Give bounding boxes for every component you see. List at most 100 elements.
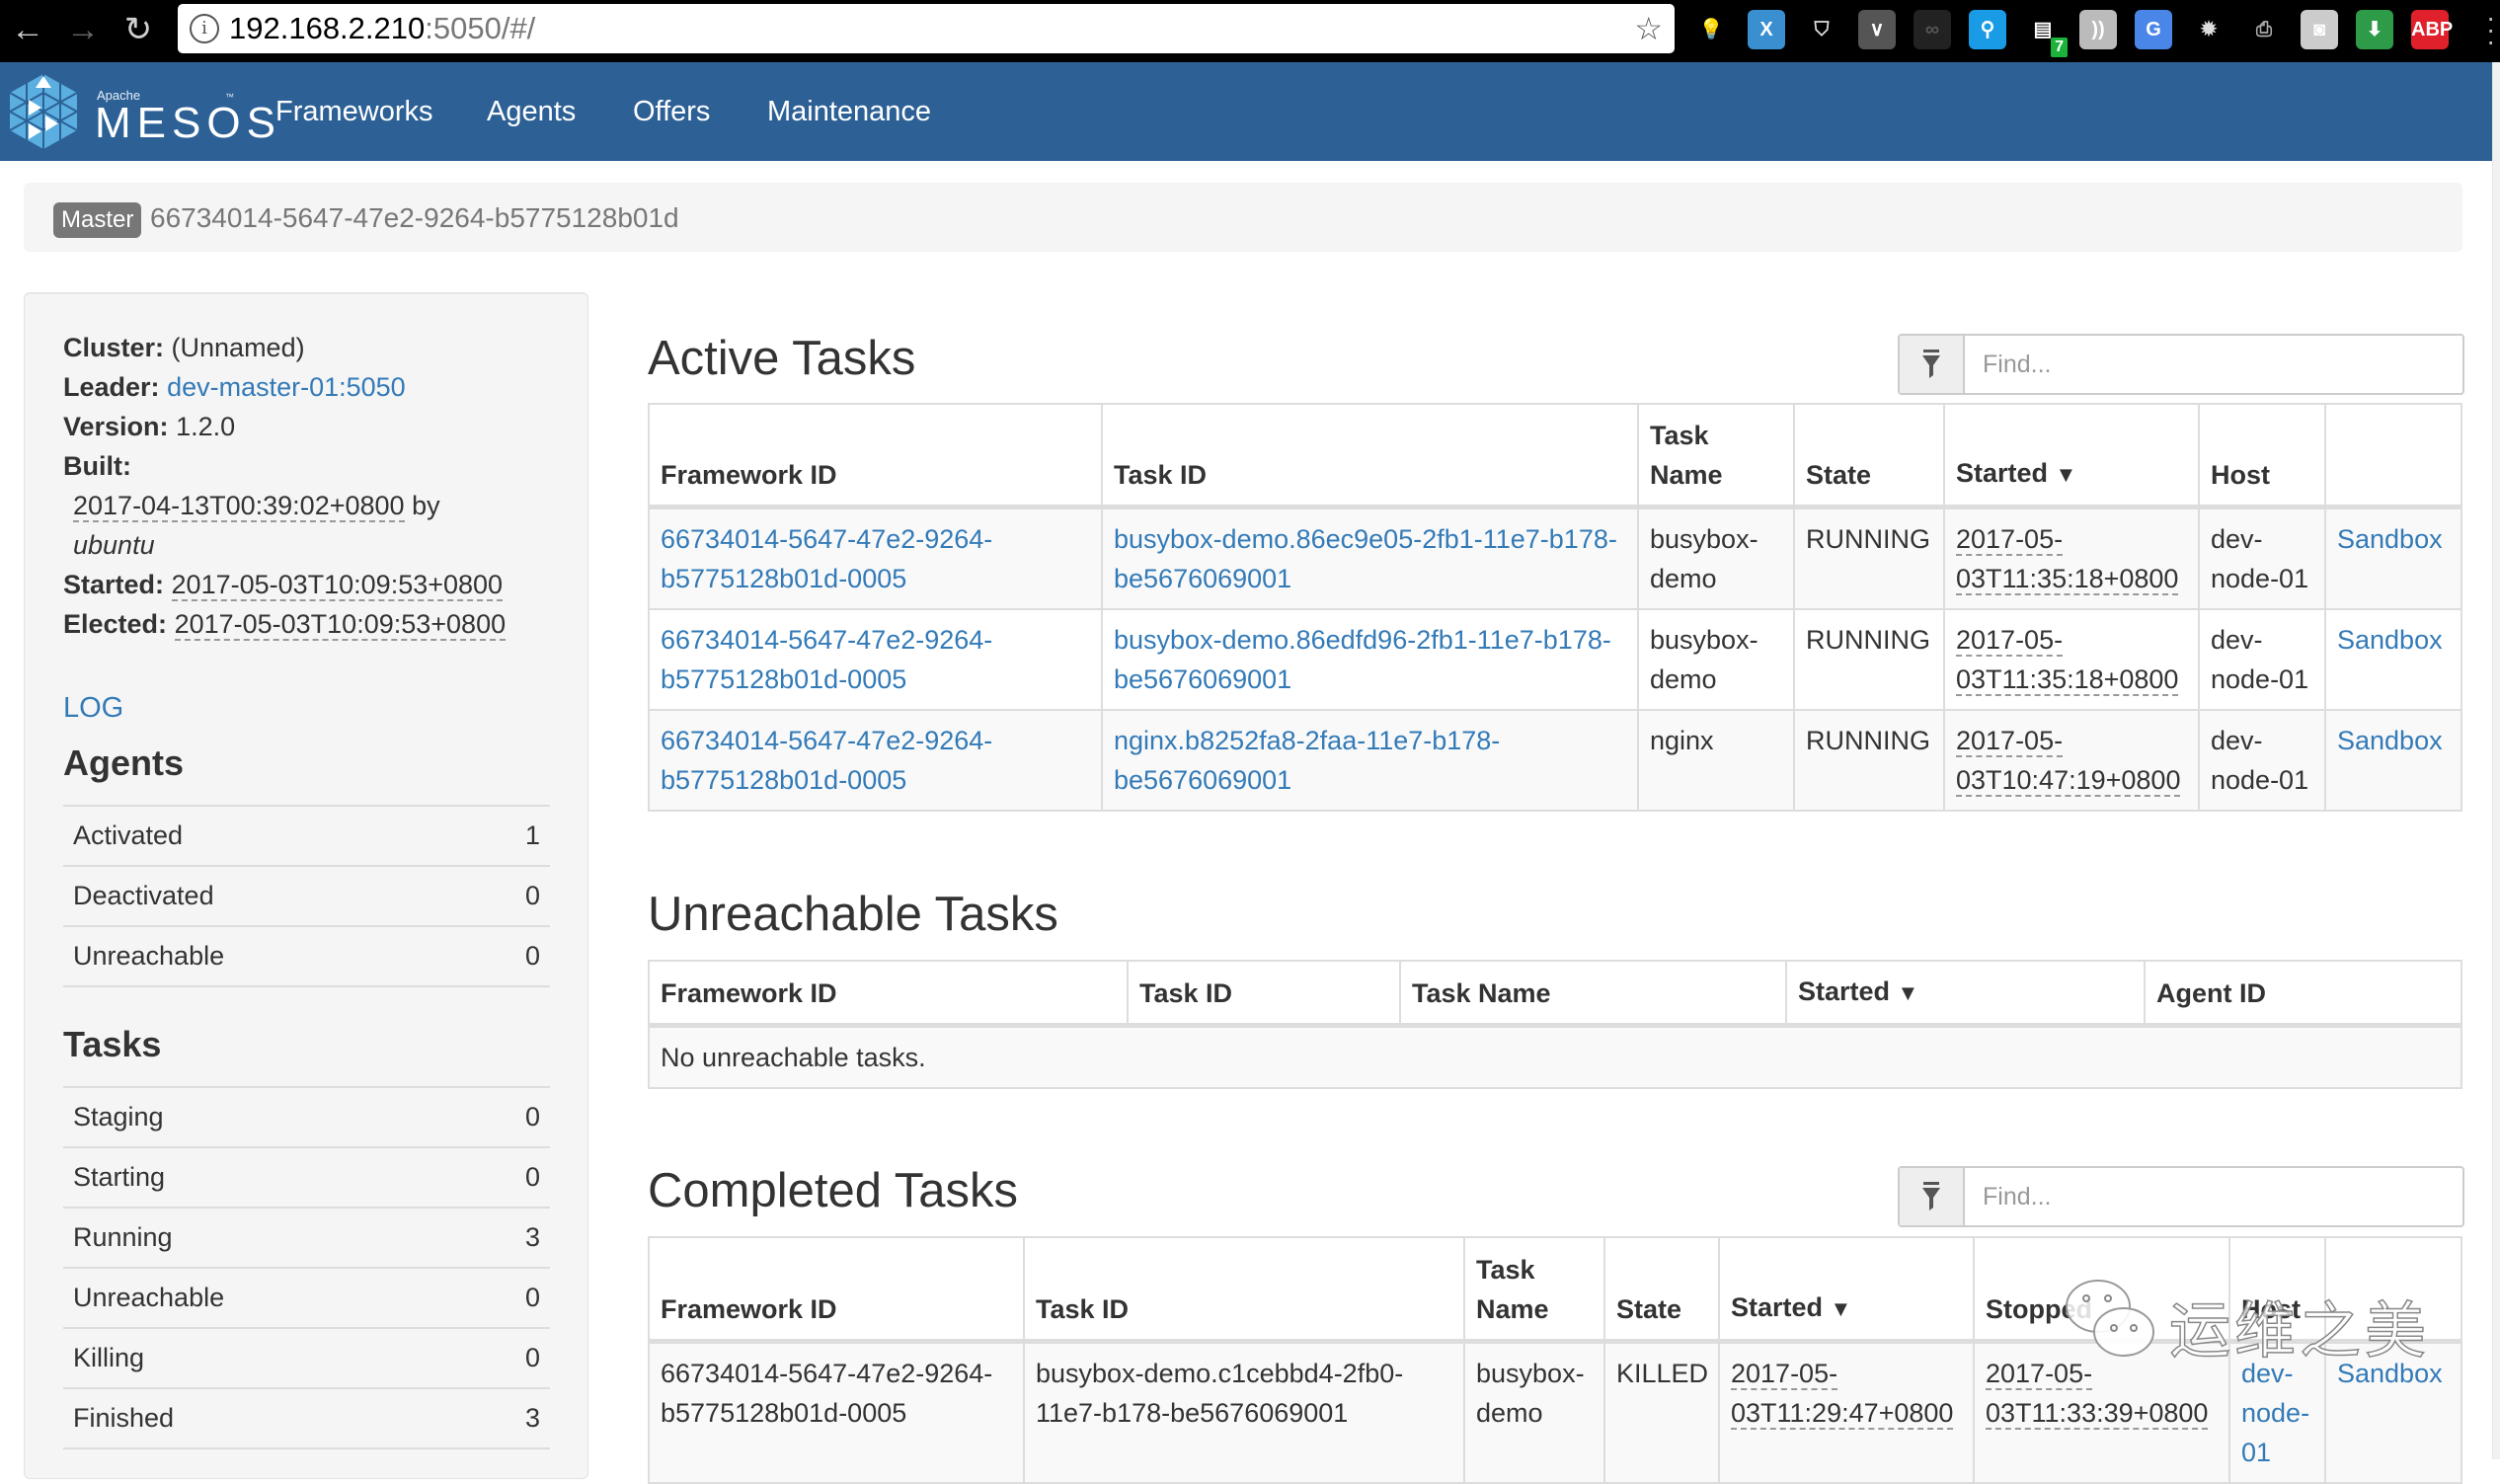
cell-task-id: busybox-demo.86edfd96-2fb1-11e7-b178-be5…: [1101, 607, 1639, 711]
col-host[interactable]: Host: [2198, 403, 2326, 509]
address-bar[interactable]: i 192.168.2.210:5050/#/ ☆: [178, 4, 1675, 53]
stat-value: 1: [524, 820, 540, 850]
badge-extension-icon[interactable]: ▤ 7: [2024, 10, 2068, 57]
search-extension-icon[interactable]: ⚲: [1969, 10, 2006, 49]
col-framework-id[interactable]: Framework ID: [648, 1236, 1025, 1344]
cell-task-name: busybox-demo: [1463, 1340, 1605, 1484]
log-link[interactable]: LOG: [63, 688, 123, 728]
col-task-id[interactable]: Task ID: [1127, 960, 1401, 1028]
glasses-extension-icon[interactable]: ∞: [1914, 10, 1951, 49]
task-state: RUNNING: [1806, 523, 1930, 554]
leader-line: Leader: dev-master-01:5050: [63, 367, 406, 407]
col-state[interactable]: State: [1603, 1236, 1720, 1344]
nav-maintenance[interactable]: Maintenance: [767, 92, 931, 131]
screenshot-extension-icon[interactable]: ◙: [2301, 10, 2338, 49]
browser-menu-icon[interactable]: · · ·: [2486, 4, 2495, 55]
nav-offers[interactable]: Offers: [633, 92, 710, 131]
col-task-id[interactable]: Task ID: [1101, 403, 1639, 509]
page-scrollbar[interactable]: [2492, 62, 2500, 1459]
task-name: busybox-demo: [1650, 523, 1758, 593]
info-icon[interactable]: i: [190, 14, 219, 43]
completed-find-field[interactable]: Find...: [1898, 1166, 2464, 1227]
col-task-name[interactable]: Task Name: [1637, 403, 1795, 509]
col-task-name[interactable]: Task Name: [1463, 1236, 1605, 1344]
sandbox-link[interactable]: Sandbox: [2337, 625, 2443, 655]
col-task-name[interactable]: Task Name: [1399, 960, 1787, 1028]
nav-agents[interactable]: Agents: [487, 92, 576, 131]
col-started[interactable]: Started ▼: [1943, 403, 2200, 509]
task-link[interactable]: busybox-demo.86ec9e05-2fb1-11e7-b178-be5…: [1114, 524, 1617, 593]
task-row: 66734014-5647-47e2-9264-b5775128b01d-000…: [648, 607, 2462, 711]
sandbox-link[interactable]: Sandbox: [2337, 726, 2443, 755]
col-task-id[interactable]: Task ID: [1023, 1236, 1465, 1344]
host-link[interactable]: dev-node-01: [2241, 1359, 2309, 1467]
nav-frameworks[interactable]: Frameworks: [275, 92, 433, 131]
filter-icon[interactable]: [1900, 336, 1965, 393]
built-label: Built:: [63, 451, 131, 481]
task-link[interactable]: nginx.b8252fa8-2faa-11e7-b178-be56760690…: [1114, 726, 1500, 795]
col-host[interactable]: Host: [2228, 1236, 2326, 1344]
unreachable-tasks-title: Unreachable Tasks: [648, 888, 1058, 941]
cell-task-id: nginx.b8252fa8-2faa-11e7-b178-be56760690…: [1101, 708, 1639, 812]
forward-arrow-icon[interactable]: →: [63, 8, 103, 51]
rss-extension-icon[interactable]: )): [2079, 10, 2117, 49]
cluster-value: (Unnamed): [171, 333, 305, 362]
col-stopped[interactable]: Stopped: [1973, 1236, 2230, 1344]
browser-toolbar: ← → ↻ i 192.168.2.210:5050/#/ ☆ 💡 X ⛉ ∨ ∞ ⚲ ▤ 7…: [0, 0, 2500, 62]
task-row: 66734014-5647-47e2-9264-b5775128b01d-000…: [648, 1340, 2462, 1484]
task-state: RUNNING: [1806, 725, 1930, 755]
leader-link[interactable]: dev-master-01:5050: [167, 372, 406, 402]
unreachable-tasks-table: Framework ID Task ID Task Name Started ▼…: [648, 960, 2462, 1089]
reload-icon[interactable]: ↻: [118, 8, 158, 51]
col-started[interactable]: Started ▼: [1718, 1236, 1975, 1344]
completed-find-placeholder: Find...: [1983, 1183, 2052, 1211]
active-find-field[interactable]: Find...: [1898, 334, 2464, 395]
stat-row: Staging 0: [63, 1087, 550, 1147]
col-state[interactable]: State: [1793, 403, 1945, 509]
sandbox-link[interactable]: Sandbox: [2337, 1359, 2443, 1388]
shield-extension-icon[interactable]: ⛉: [1803, 10, 1840, 49]
built-user: ubuntu: [73, 530, 155, 560]
cell-host: dev-node-01: [2198, 506, 2326, 610]
cluster-label: Cluster:: [63, 333, 165, 362]
stat-value: 0: [524, 941, 540, 971]
task-link[interactable]: busybox-demo.86edfd96-2fb1-11e7-b178-be5…: [1114, 625, 1611, 694]
adblock-extension-icon[interactable]: ABP: [2411, 10, 2453, 49]
cell-state: KILLED: [1603, 1340, 1720, 1484]
cell-host: dev-node-01: [2198, 708, 2326, 812]
col-agent-id[interactable]: Agent ID: [2144, 960, 2462, 1028]
sort-desc-icon: ▼: [1897, 980, 1919, 1005]
task-row: 66734014-5647-47e2-9264-b5775128b01d-000…: [648, 708, 2462, 812]
download-extension-icon[interactable]: ⬇: [2356, 10, 2393, 49]
camera-roll-extension-icon[interactable]: ⎙: [2245, 10, 2283, 49]
col-framework-id[interactable]: Framework ID: [648, 960, 1129, 1028]
col-framework-id[interactable]: Framework ID: [648, 403, 1103, 509]
framework-link[interactable]: 66734014-5647-47e2-9264-b5775128b01d-000…: [661, 524, 992, 593]
pocket-extension-icon[interactable]: ∨: [1858, 10, 1896, 49]
translate-extension-icon[interactable]: G: [2135, 10, 2172, 49]
stopped-time: 2017-05-03T11:33:39+0800: [1986, 1358, 2209, 1430]
framework-link[interactable]: 66734014-5647-47e2-9264-b5775128b01d-000…: [661, 625, 992, 694]
mesos-logo-icon[interactable]: [6, 72, 81, 151]
col-sandbox: [2324, 403, 2462, 509]
x-extension-icon[interactable]: X: [1748, 10, 1785, 49]
col-started[interactable]: Started ▼: [1785, 960, 2146, 1028]
url-host: 192.168.2.210: [229, 11, 426, 45]
elected-value: 2017-05-03T10:09:53+0800: [174, 609, 507, 641]
lightbulb-extension-icon[interactable]: 💡: [1692, 10, 1730, 49]
brand-mesos[interactable]: MESOS: [95, 100, 281, 147]
burst-extension-icon[interactable]: ✹: [2190, 10, 2227, 49]
filter-icon[interactable]: [1900, 1168, 1965, 1225]
cell-task-name: busybox-demo: [1637, 506, 1795, 610]
framework-link[interactable]: 66734014-5647-47e2-9264-b5775128b01d-000…: [661, 726, 992, 795]
back-arrow-icon[interactable]: ←: [8, 8, 47, 51]
sandbox-link[interactable]: Sandbox: [2337, 524, 2443, 554]
host-name: dev-node-01: [2211, 624, 2309, 694]
cluster-line: Cluster: (Unnamed): [63, 328, 305, 367]
bookmark-star-icon[interactable]: ☆: [1634, 10, 1663, 47]
stat-row: Starting 0: [63, 1147, 550, 1208]
cell-host: dev-node-01: [2228, 1340, 2326, 1484]
cell-state: RUNNING: [1793, 506, 1945, 610]
url-text[interactable]: 192.168.2.210:5050/#/: [229, 10, 535, 47]
col-started-label: Started: [1731, 1291, 1824, 1322]
